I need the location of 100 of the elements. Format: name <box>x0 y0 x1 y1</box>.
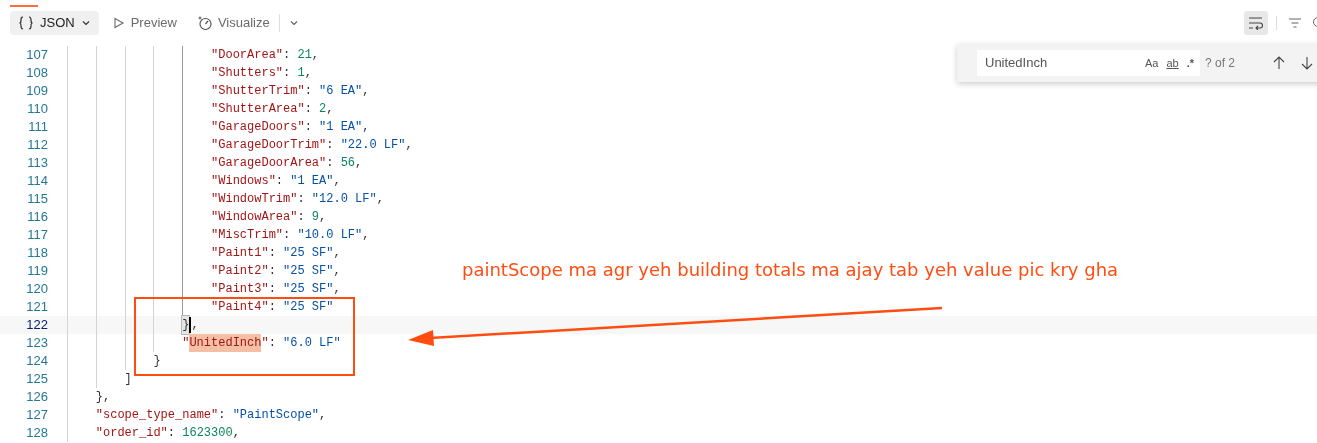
sparkle-gauge-icon <box>196 15 213 31</box>
code-token: , <box>333 281 341 298</box>
code-token: , <box>362 227 370 244</box>
code-token: "Paint4" <box>211 299 269 316</box>
code-token: 56 <box>340 155 356 172</box>
code-token: , <box>376 191 384 208</box>
code-token: "6 EA" <box>319 83 363 100</box>
code-token: , <box>333 263 341 280</box>
code-token: : <box>304 119 313 136</box>
code-token: } <box>153 353 161 370</box>
code-token: "Paint1" <box>211 245 269 262</box>
code-token: : <box>304 83 313 100</box>
code-token: "22.0 LF" <box>340 137 406 154</box>
code-token: , <box>232 425 240 442</box>
line-number: 107 <box>25 46 48 64</box>
code-token: "GarageDoorTrim" <box>211 137 327 154</box>
line-number: 117 <box>26 226 48 244</box>
code-token: , <box>191 317 199 334</box>
code-token: "WindowTrim" <box>211 191 298 208</box>
find-option-toggle[interactable]: .* <box>1186 54 1194 72</box>
code-token: " <box>182 335 190 352</box>
code-token: : <box>268 263 277 280</box>
code-token: "1 EA" <box>290 173 334 190</box>
code-token: : <box>304 101 313 118</box>
code-token: "MiscTrim" <box>211 227 284 244</box>
code-token: 9 <box>311 209 320 226</box>
line-number: 119 <box>26 262 48 280</box>
line-number: 123 <box>25 334 48 352</box>
line-number: 118 <box>26 244 48 262</box>
line-number: 113 <box>26 154 48 172</box>
chevron-down-icon <box>80 18 91 28</box>
code-token: : <box>326 137 335 154</box>
code-token: "order_id" <box>95 425 168 442</box>
line-number: 114 <box>26 172 48 190</box>
code-token: , <box>362 83 370 100</box>
line-number: 126 <box>25 388 48 406</box>
code-token: "DoorArea" <box>211 47 284 64</box>
line-number: 120 <box>25 280 48 298</box>
code-token: "12.0 LF" <box>311 191 377 208</box>
code-token: : <box>297 209 306 226</box>
code-token: "25 SF" <box>283 245 334 262</box>
code-token: "WindowArea" <box>211 209 298 226</box>
line-number: 109 <box>25 82 48 100</box>
code-token: 2 <box>319 101 327 118</box>
code-token: : <box>275 173 285 190</box>
code-token: "scope_type_name" <box>95 407 219 424</box>
annotation-text: paintScope ma agr yeh building totals ma ajay tab yeh value pic kry gha <box>462 258 1119 282</box>
code-token: : <box>326 155 335 172</box>
code-token: : <box>218 407 227 424</box>
code-token: : <box>283 65 292 82</box>
code-token: "25 SF" <box>283 281 334 298</box>
code-token: , <box>362 119 370 136</box>
search-match: UnitedInch <box>189 334 262 352</box>
braces-icon <box>18 16 34 30</box>
line-number: 115 <box>26 190 48 208</box>
line-number: 110 <box>26 100 48 118</box>
play-icon <box>112 17 125 29</box>
match-count: ? of 2 <box>1205 55 1236 72</box>
code-token: 1 <box>297 65 305 82</box>
line-number: 111 <box>27 118 48 136</box>
visualize-button[interactable]: Visualize <box>196 11 270 35</box>
line-number: 128 <box>25 424 48 442</box>
line-number: 112 <box>26 136 48 154</box>
code-token: "ShutterArea" <box>211 101 305 118</box>
find-option-toggle[interactable]: Aa <box>1144 54 1159 72</box>
find-option-toggle[interactable]: ab <box>1166 54 1179 72</box>
line-number: 116 <box>26 208 48 226</box>
tab-indicator <box>10 5 38 7</box>
preview-button[interactable]: Preview <box>112 11 177 35</box>
code-token: : <box>268 281 277 298</box>
code-token: "25 SF" <box>283 299 334 316</box>
code-token: : <box>268 299 277 316</box>
code-token: , <box>355 155 363 172</box>
find-input[interactable]: UnitedInch Aa ab .* <box>977 50 1200 76</box>
line-number: 121 <box>25 298 48 316</box>
line-number: 124 <box>25 352 48 370</box>
format-dropdown[interactable]: JSON <box>10 11 99 35</box>
code-token: , <box>333 173 341 190</box>
code-token: , <box>304 65 312 82</box>
code-token: : <box>167 425 177 442</box>
code-token: "25 SF" <box>283 263 334 280</box>
code-token: "6.0 LF" <box>283 335 341 352</box>
code-token: "PaintScope" <box>232 407 320 424</box>
code-token: "Shutters" <box>211 65 284 82</box>
code-token: , <box>326 101 334 118</box>
code-token: "GarageDoors" <box>211 119 305 136</box>
code-token: "Windows" <box>211 173 276 190</box>
code-token: : <box>268 245 277 262</box>
code-token: : <box>283 47 292 64</box>
line-number: 127 <box>25 406 48 424</box>
wrap-lines-button[interactable] <box>1244 11 1268 35</box>
code-token: , <box>319 209 327 226</box>
code-token: }, <box>95 389 111 406</box>
code-token: : <box>268 335 277 352</box>
line-number: 122 <box>25 316 48 334</box>
code-token: , <box>333 245 341 262</box>
code-token: "ShutterTrim" <box>211 83 305 100</box>
code-token: "GarageDoorArea" <box>211 155 327 172</box>
line-number: 125 <box>25 370 48 388</box>
code-token: 1623300 <box>182 425 233 442</box>
